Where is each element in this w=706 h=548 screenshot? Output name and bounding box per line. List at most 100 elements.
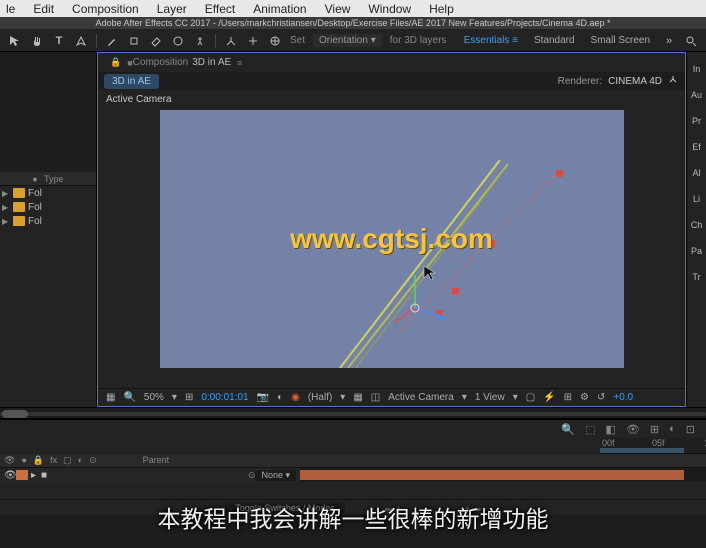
project-item[interactable]: ▶ Fol <box>0 200 96 214</box>
right-tab[interactable]: Ch <box>687 212 706 238</box>
menu-item[interactable]: Help <box>429 2 454 16</box>
flowchart-icon[interactable]: ⚙ <box>580 392 589 403</box>
layer-color-icon <box>16 470 28 480</box>
menu-item[interactable]: Layer <box>157 2 187 16</box>
draft3d-icon[interactable]: ◧ <box>606 423 616 436</box>
renderer-label: Renderer: <box>558 76 602 87</box>
frame-blend-icon[interactable]: ⊞ <box>650 423 659 436</box>
item-name: Fol <box>28 188 42 199</box>
axis-world-icon[interactable] <box>245 33 261 49</box>
zoom-value[interactable]: 50% <box>144 392 164 403</box>
project-item[interactable]: ▶ Fol <box>0 186 96 200</box>
hand-tool-icon[interactable] <box>29 33 45 49</box>
comp-mini-flowchart-icon[interactable]: ⬚ <box>585 423 595 436</box>
channel-icon[interactable]: ◐ <box>277 392 283 403</box>
tab-3d-in-ae[interactable]: 3D in AE <box>104 74 159 89</box>
comp-sub-bar: 3D in AE Renderer: CINEMA 4D <box>98 72 685 90</box>
fast-preview-icon[interactable]: ⚡ <box>543 392 555 403</box>
toggle-mask-icon[interactable]: ◫ <box>371 392 380 403</box>
right-panel-tabs: In Au Pr Ef Al Li Ch Pa Tr <box>686 52 706 407</box>
macos-menubar: le Edit Composition Layer Effect Animati… <box>0 0 706 17</box>
menu-item[interactable]: View <box>325 2 351 16</box>
timecode[interactable]: 0:00:01:01 <box>201 392 248 403</box>
search-icon[interactable] <box>683 33 699 49</box>
selection-tool-icon[interactable] <box>7 33 23 49</box>
menu-item[interactable]: Animation <box>253 2 306 16</box>
panel-resize-strip[interactable] <box>0 407 706 419</box>
resolution-dd[interactable]: (Half) <box>308 392 332 403</box>
grid-icon[interactable]: ▦ <box>106 392 115 403</box>
workspace-essentials[interactable]: Essentials ≡ <box>464 35 518 46</box>
expand-arrow-icon[interactable]: ▶ <box>0 217 10 226</box>
timeline-icon[interactable]: ⊞ <box>564 392 572 403</box>
expand-arrow-icon[interactable]: ▶ <box>0 203 10 212</box>
view-options-icon[interactable]: ▦ <box>353 392 362 403</box>
magnify-icon[interactable]: 🔍 <box>123 392 135 403</box>
timeline-panel: 🔍 ⬚ ◧ 👁 ⊞ ◐ ⊡ 00f 05f 10f 15f 20f 25f 01… <box>0 419 706 515</box>
renderer-value[interactable]: CINEMA 4D <box>608 76 662 87</box>
parent-dropdown[interactable]: None ▾ <box>255 470 296 481</box>
menu-item[interactable]: Window <box>368 2 411 16</box>
lock-icon[interactable]: 🔒 <box>110 57 121 68</box>
comp-viewport[interactable]: www.cgtsj.com <box>160 110 624 368</box>
settings-icon[interactable] <box>668 74 679 88</box>
right-tab[interactable]: Tr <box>687 264 706 290</box>
zoom-in-icon[interactable]: ▲▬ <box>463 503 481 513</box>
right-tab[interactable]: Li <box>687 186 706 212</box>
menu-item[interactable]: Effect <box>205 2 235 16</box>
ruler-tick: 05f <box>652 438 665 448</box>
color-icon[interactable]: ◉ <box>291 392 300 403</box>
roto-tool-icon[interactable] <box>170 33 186 49</box>
right-tab[interactable]: Pr <box>687 108 706 134</box>
work-area-bar[interactable] <box>600 448 684 453</box>
toggle-switches-button[interactable]: Toggle Switches / Modes <box>225 502 345 514</box>
project-item[interactable]: ▶ Fol <box>0 214 96 228</box>
expand-arrow-icon[interactable]: ▶ <box>0 189 10 198</box>
comp-tab-bar: 🔒 ■ Composition 3D in AE ≡ <box>98 53 685 72</box>
snapshot-icon[interactable]: 📷 <box>257 392 269 403</box>
menu-item[interactable]: Edit <box>33 2 54 16</box>
workspace-standard[interactable]: Standard <box>534 35 575 46</box>
right-tab[interactable]: Pa <box>687 238 706 264</box>
eraser-tool-icon[interactable] <box>148 33 164 49</box>
pen-tool-icon[interactable] <box>73 33 89 49</box>
clone-tool-icon[interactable] <box>126 33 142 49</box>
workspace-small-screen[interactable]: Small Screen <box>591 35 650 46</box>
pixel-aspect-icon[interactable]: ▢ <box>526 392 535 403</box>
shy-icon[interactable]: 👁 <box>626 423 640 436</box>
layer-row[interactable]: 👁 ▸ ■ ⊙ None ▾ <box>0 468 706 482</box>
puppet-tool-icon[interactable] <box>192 33 208 49</box>
right-tab[interactable]: In <box>687 56 706 82</box>
layer-bar-area[interactable] <box>300 468 706 482</box>
panel-menu-icon[interactable]: ≡ <box>237 58 242 68</box>
comp-tab-name[interactable]: 3D in AE <box>192 57 231 68</box>
main-area: ● Type ▶ Fol ▶ Fol ▶ Fol 🔒 ■ <box>0 52 706 407</box>
folder-icon <box>13 202 25 212</box>
zoom-out-icon[interactable]: ▬▲ <box>385 503 403 513</box>
resolution-icon[interactable]: ⊞ <box>185 392 193 403</box>
av-col-icon: 👁 <box>4 455 15 466</box>
menu-item[interactable]: le <box>6 2 15 16</box>
workspace-menu-icon[interactable]: » <box>661 33 677 49</box>
time-ruler[interactable]: 00f 05f 10f 15f 20f 25f 01:00f 05f <box>600 438 706 454</box>
graph-editor-icon[interactable]: ⊡ <box>686 423 695 436</box>
axis-view-icon[interactable] <box>267 33 283 49</box>
active-camera-label: Active Camera <box>106 94 172 105</box>
camera-dd[interactable]: Active Camera <box>388 392 454 403</box>
right-tab[interactable]: Au <box>687 82 706 108</box>
separator <box>215 34 216 48</box>
motion-blur-icon[interactable]: ◐ <box>669 423 676 435</box>
menu-item[interactable]: Composition <box>72 2 139 16</box>
layer-duration-bar[interactable] <box>300 470 684 480</box>
brush-tool-icon[interactable] <box>104 33 120 49</box>
axis-local-icon[interactable] <box>223 33 239 49</box>
parent-col: Parent <box>143 455 170 466</box>
search-icon[interactable]: 🔍 <box>561 423 575 436</box>
view-layout-dd[interactable]: 1 View <box>475 392 505 403</box>
type-tool-icon[interactable]: T <box>51 33 67 49</box>
reset-exp-icon[interactable]: ↺ <box>597 392 605 403</box>
orientation-dropdown[interactable]: Orientation ▾ <box>313 34 382 47</box>
exposure-value[interactable]: +0.0 <box>613 392 633 403</box>
right-tab[interactable]: Ef <box>687 134 706 160</box>
right-tab[interactable]: Al <box>687 160 706 186</box>
